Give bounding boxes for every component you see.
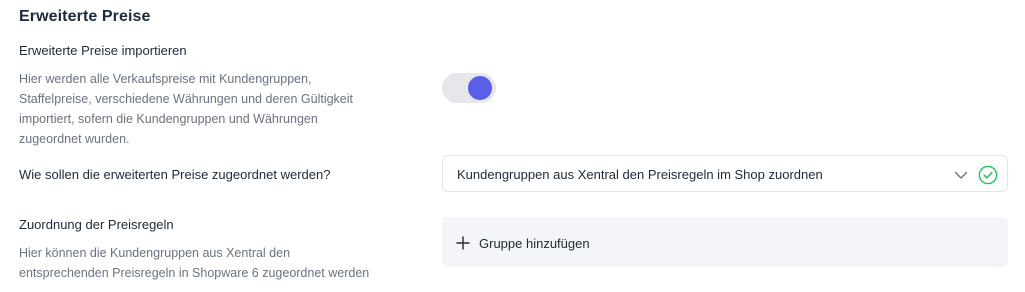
- price-rules-label: Zuordnung der Preisregeln: [19, 217, 174, 232]
- assignment-select[interactable]: Kundengruppen aus Xentral den Preisregel…: [442, 155, 1008, 192]
- assignment-setting-label: Wie sollen die erweiterten Preise zugeor…: [19, 167, 331, 182]
- description-line: Hier können die Kundengruppen aus Xentra…: [19, 246, 291, 260]
- price-rules-description: Hier können die Kundengruppen aus Xentra…: [19, 243, 369, 283]
- section-title: Erweiterte Preise: [19, 8, 151, 25]
- import-setting-description: Hier werden alle Verkaufspreise mit Kund…: [19, 69, 353, 149]
- import-setting-label: Erweiterte Preise importieren: [19, 43, 187, 58]
- import-advanced-prices-toggle[interactable]: [442, 73, 496, 103]
- description-line: Staffelpreise, verschiedene Währungen un…: [19, 92, 354, 106]
- add-group-button[interactable]: Gruppe hinzufügen: [456, 234, 590, 252]
- advanced-prices-settings: Erweiterte Preise Erweiterte Preise impo…: [0, 0, 1025, 292]
- price-rules-group-container: Gruppe hinzufügen: [442, 217, 1008, 267]
- add-group-label: Gruppe hinzufügen: [479, 235, 590, 251]
- plus-icon: [456, 236, 470, 250]
- description-line: importiert, sofern die Kundengruppen und…: [19, 112, 318, 126]
- description-line: Hier werden alle Verkaufspreise mit Kund…: [19, 72, 312, 86]
- description-line: zugeordnet wurden.: [19, 132, 130, 146]
- toggle-knob: [468, 76, 492, 100]
- description-line: entsprechenden Preisregeln in Shopware 6…: [19, 266, 370, 280]
- check-circle-icon: [978, 165, 998, 185]
- select-value: Kundengruppen aus Xentral den Preisregel…: [457, 167, 823, 182]
- chevron-down-icon[interactable]: [953, 167, 969, 183]
